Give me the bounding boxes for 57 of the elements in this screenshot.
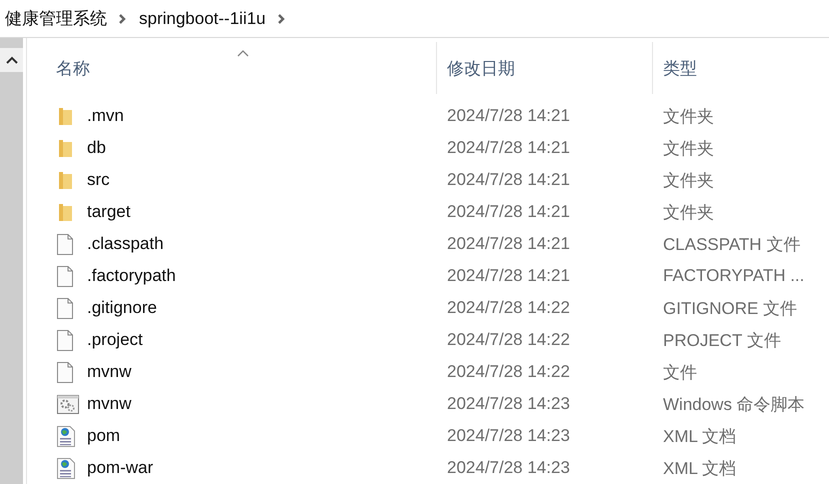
file-type: 文件夹 [663,170,714,190]
modified-date: 2024/7/28 14:21 [447,138,570,157]
file-name[interactable]: mvnw [87,362,132,382]
file-name[interactable]: .factorypath [87,266,176,286]
modified-date: 2024/7/28 14:21 [447,106,570,125]
file-type: XML 文档 [663,426,736,446]
file-name[interactable]: mvnw [87,394,132,414]
xml-file-icon [57,458,75,478]
file-name[interactable]: .gitignore [87,298,157,318]
folder-icon [57,170,73,190]
chevron-up-icon [6,56,18,64]
file-icon [57,298,73,318]
modified-date: 2024/7/28 14:21 [447,266,570,285]
file-icon [57,362,73,382]
file-name[interactable]: .project [87,330,143,350]
file-icon [57,330,73,350]
file-type: XML 文档 [663,458,736,478]
file-type: CLASSPATH 文件 [663,234,800,254]
chevron-icon[interactable] [278,14,286,24]
file-type: PROJECT 文件 [663,330,781,350]
file-type: 文件夹 [663,106,714,126]
folder-icon [57,106,73,126]
file-type: 文件 [663,362,697,382]
xml-file-icon [57,426,75,446]
breadcrumb-item[interactable]: springboot--1ii1u [139,8,266,28]
file-icon [57,266,73,286]
modified-date: 2024/7/28 14:22 [447,330,570,349]
file-type: GITIGNORE 文件 [663,298,798,318]
scroll-up-button[interactable] [0,48,23,72]
file-name[interactable]: pom [87,426,120,446]
chevron-icon[interactable] [119,14,127,24]
folder-icon [57,202,73,222]
file-name[interactable]: .mvn [87,106,124,126]
modified-date: 2024/7/28 14:23 [447,458,570,477]
modified-date: 2024/7/28 14:23 [447,426,570,445]
column-header[interactable]: 名称 [56,56,90,80]
file-name[interactable]: db [87,138,106,158]
modified-date: 2024/7/28 14:21 [447,170,570,189]
modified-date: 2024/7/28 14:22 [447,298,570,317]
file-type: 文件夹 [663,202,714,222]
column-header[interactable]: 类型 [663,56,697,80]
modified-date: 2024/7/28 14:22 [447,362,570,381]
modified-date: 2024/7/28 14:23 [447,394,570,413]
file-name[interactable]: pom-war [87,458,154,478]
file-type: Windows 命令脚本 [663,394,805,414]
column-header[interactable]: 修改日期 [447,56,515,80]
file-icon [57,234,73,254]
file-name[interactable]: src [87,170,110,190]
file-type: 文件夹 [663,138,714,158]
modified-date: 2024/7/28 14:21 [447,202,570,221]
breadcrumb-item[interactable]: 健康管理系统 [5,7,107,30]
file-name[interactable]: .classpath [87,234,164,254]
gear-file-icon [57,394,79,414]
file-type: FACTORYPATH ... [663,266,804,285]
modified-date: 2024/7/28 14:21 [447,234,570,253]
file-name[interactable]: target [87,202,130,222]
folder-icon [57,138,73,158]
